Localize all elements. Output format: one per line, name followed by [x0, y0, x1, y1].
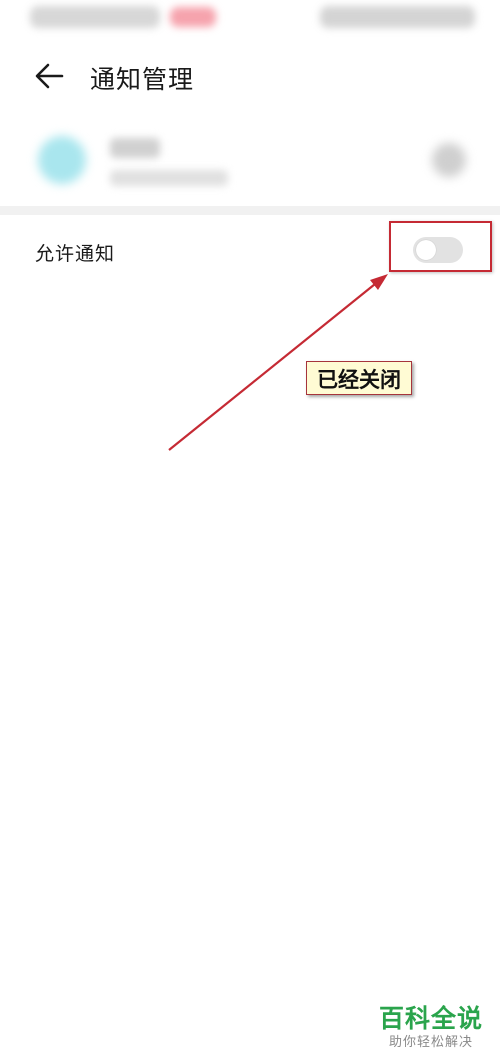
annotation-callout: 已经关闭 — [306, 361, 412, 395]
app-version-blurred — [110, 170, 228, 186]
status-bar-right-blurred — [320, 6, 475, 28]
status-bar — [0, 0, 500, 40]
watermark: 百科全说 助你轻松解决 — [372, 1005, 490, 1052]
watermark-tagline: 助你轻松解决 — [388, 1035, 473, 1050]
annotation-highlight-box — [389, 221, 492, 272]
page-title: 通知管理 — [90, 65, 195, 94]
app-settings-button-blurred[interactable] — [432, 143, 466, 177]
app-icon-blurred — [38, 136, 86, 184]
allow-notifications-label: 允许通知 — [35, 243, 116, 265]
status-bar-indicator-blurred — [170, 7, 216, 27]
back-button[interactable] — [30, 60, 70, 92]
arrow-left-icon — [35, 63, 64, 89]
status-bar-left-blurred — [30, 6, 160, 28]
header: 通知管理 — [0, 40, 500, 116]
section-divider — [0, 206, 500, 215]
app-info-row — [0, 118, 500, 206]
watermark-brand: 百科全说 — [378, 1004, 483, 1033]
app-name-blurred — [110, 138, 160, 158]
